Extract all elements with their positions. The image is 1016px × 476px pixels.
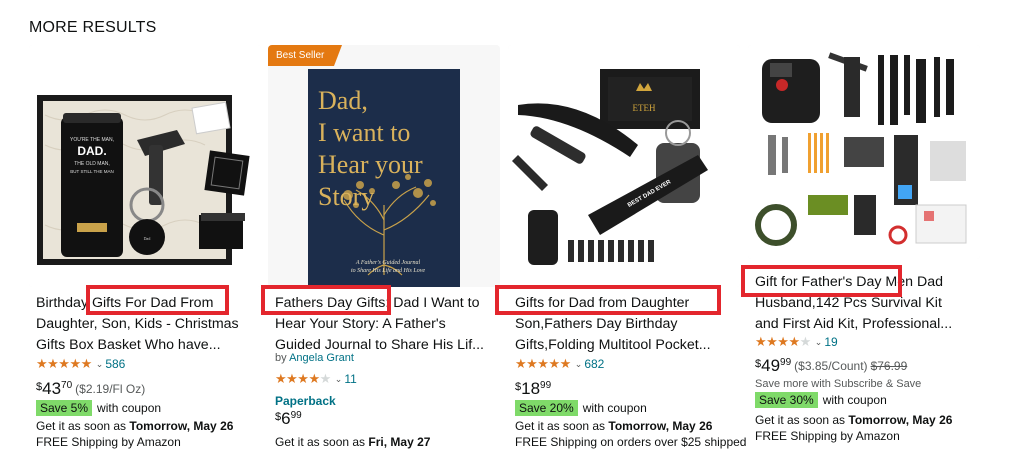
highlight-box-3: [495, 285, 721, 315]
star-rating-icon: ★★★★★: [36, 356, 92, 371]
svg-text:DAD.: DAD.: [77, 144, 106, 158]
product-image-4[interactable]: [748, 45, 980, 259]
delivery-4: Get it as soon as Tomorrow, May 26: [755, 413, 953, 427]
unit-price: ($2.19/Fl Oz): [75, 382, 146, 396]
rating-1[interactable]: ★★★★★ ⌄ 586: [36, 356, 125, 372]
product-image-3[interactable]: ETEH BEST DAD EVER: [508, 45, 740, 287]
format-link[interactable]: Paperback: [275, 394, 336, 408]
author-link[interactable]: Angela Grant: [289, 352, 354, 364]
rating-count[interactable]: 586: [105, 357, 125, 371]
product-card-2[interactable]: Best Seller Dad, I want to Hear your Sto…: [261, 45, 500, 476]
coupon-badge[interactable]: Save 20%: [515, 400, 578, 416]
svg-text:ETEH: ETEH: [633, 103, 656, 113]
coupon-1[interactable]: Save 5% with coupon: [36, 400, 161, 416]
svg-text:BUT STILL THE MAN: BUT STILL THE MAN: [70, 169, 113, 174]
coupon-badge[interactable]: Save 30%: [755, 392, 818, 408]
delivery-3: Get it as soon as Tomorrow, May 26: [515, 419, 713, 433]
delivery-1: Get it as soon as Tomorrow, May 26: [36, 419, 234, 433]
star-rating-icon: ★★★★★: [275, 371, 331, 386]
rating-count[interactable]: 19: [824, 335, 837, 349]
price-2[interactable]: $ 6 99: [275, 409, 302, 428]
product-card-4[interactable]: Gift for Father's Day Men Dad Husband,14…: [741, 45, 980, 476]
star-rating-icon: ★★★★★: [755, 334, 811, 349]
section-title: MORE RESULTS: [29, 19, 157, 36]
survival-kit-illustration: [748, 45, 980, 259]
chevron-down-icon[interactable]: ⌄: [575, 359, 583, 370]
product-image-1[interactable]: YOU'RE THE MAN, DAD. THE OLD MAN, BUT ST…: [29, 45, 261, 287]
best-seller-badge: Best Seller: [268, 45, 343, 66]
product-card-1[interactable]: YOU'RE THE MAN, DAD. THE OLD MAN, BUT ST…: [29, 45, 261, 476]
rating-count[interactable]: 682: [584, 357, 604, 371]
price-1[interactable]: $ 43 70 ($2.19/Fl Oz): [36, 379, 145, 398]
chevron-down-icon[interactable]: ⌄: [96, 359, 104, 370]
gift-basket-illustration: YOU'RE THE MAN, DAD. THE OLD MAN, BUT ST…: [29, 45, 261, 287]
rating-count[interactable]: 11: [344, 372, 356, 386]
svg-text:THE OLD MAN,: THE OLD MAN,: [74, 161, 110, 167]
multitool-illustration: ETEH BEST DAD EVER: [508, 45, 740, 287]
price-4[interactable]: $ 49 99 ($3.85/Count) $76.99: [755, 356, 907, 375]
shipping-4: FREE Shipping by Amazon: [755, 429, 900, 443]
list-price: $76.99: [870, 359, 908, 373]
star-rating-icon: ★★★★★: [515, 356, 571, 371]
product-card-3[interactable]: ETEH BEST DAD EVER Gifts for Dad from Da…: [495, 45, 746, 476]
svg-text:Dad: Dad: [144, 236, 151, 241]
highlight-box-2: [261, 285, 391, 315]
highlight-box-1: [86, 285, 229, 315]
delivery-2: Get it as soon as Fri, May 27: [275, 435, 431, 449]
rating-3[interactable]: ★★★★★ ⌄ 682: [515, 356, 604, 372]
book-cover-subtitle: A Father's Guided Journal to Share His L…: [350, 260, 426, 274]
coupon-badge[interactable]: Save 5%: [36, 400, 93, 416]
svg-text:YOU'RE THE MAN,: YOU'RE THE MAN,: [70, 137, 114, 143]
coupon-4[interactable]: Save 30% with coupon: [755, 392, 887, 408]
price-3[interactable]: $ 18 99: [515, 379, 551, 398]
subscribe-save[interactable]: Save more with Subscribe & Save: [755, 378, 921, 390]
shipping-1: FREE Shipping by Amazon: [36, 435, 181, 449]
book-cover-title: Dad, I want to Hear your Story: [318, 86, 423, 211]
shipping-3: FREE Shipping on orders over $25 shipped: [515, 435, 747, 449]
chevron-down-icon[interactable]: ⌄: [335, 374, 343, 385]
product-image-2[interactable]: Best Seller Dad, I want to Hear your Sto…: [268, 45, 500, 287]
rating-2[interactable]: ★★★★★ ⌄ 11: [275, 371, 357, 387]
author-line: by Angela Grant: [275, 352, 354, 364]
chevron-down-icon[interactable]: ⌄: [815, 337, 823, 348]
coupon-3[interactable]: Save 20% with coupon: [515, 400, 647, 416]
highlight-box-4: [741, 265, 902, 297]
rating-4[interactable]: ★★★★★ ⌄ 19: [755, 334, 838, 350]
unit-price: ($3.85/Count): [794, 359, 868, 373]
